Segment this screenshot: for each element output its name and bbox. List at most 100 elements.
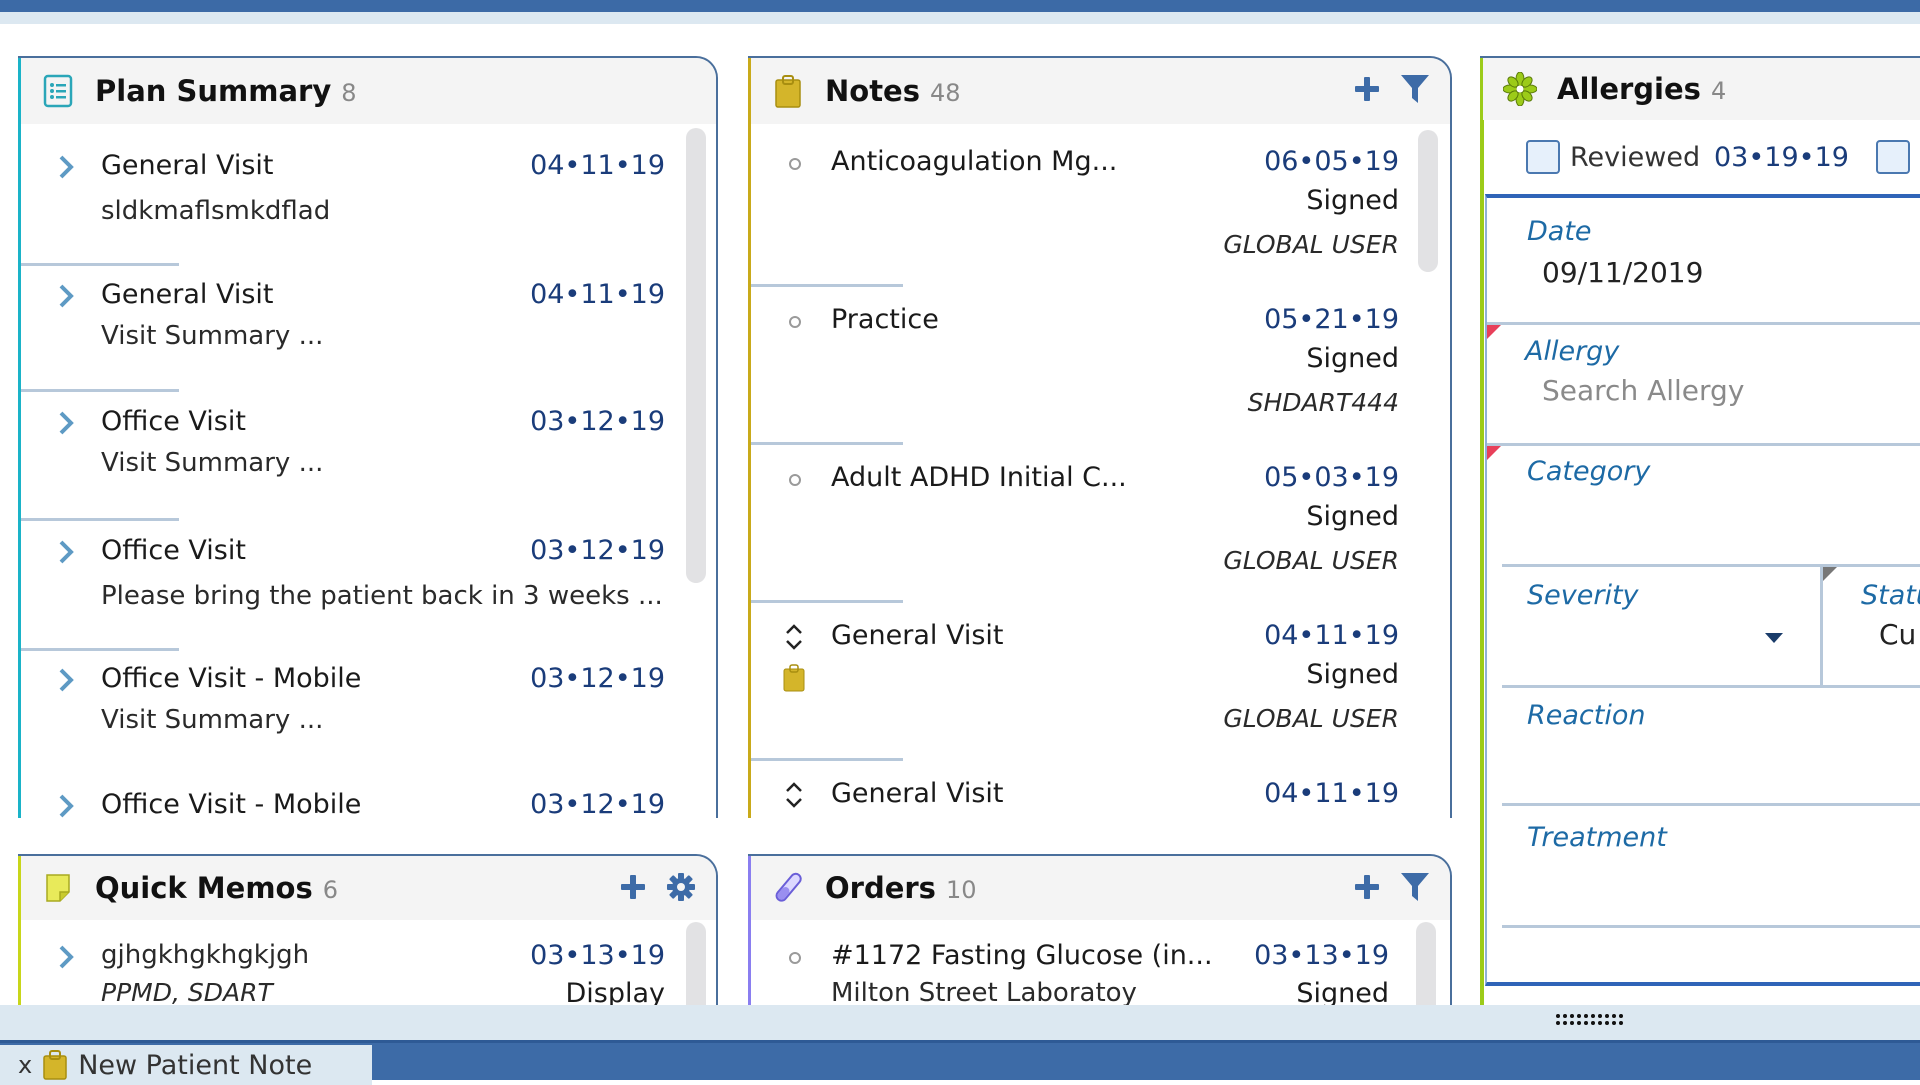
memo-item[interactable]: gjhgkhgkhgkjgh 03•13•19 PPMD, SDART Disp… xyxy=(21,938,716,1005)
order-item[interactable]: #1172 Fasting Glucose (in... 03•13•19 Mi… xyxy=(751,938,1450,1005)
note-date: 05•03•19 xyxy=(1264,462,1399,493)
bottom-band xyxy=(0,1005,1920,1040)
order-date: 03•13•19 xyxy=(1254,940,1389,971)
reviewed-checkbox[interactable] xyxy=(1526,140,1560,174)
list-item[interactable]: Office Visit Please bring the patient ba… xyxy=(21,527,716,655)
date-label: Date xyxy=(1527,216,1592,247)
panel-count: 48 xyxy=(930,79,961,107)
note-item[interactable]: Adult ADHD Initial C... 05•03•19 Signed … xyxy=(751,458,1450,618)
severity-dropdown[interactable] xyxy=(1502,568,1820,686)
reaction-field[interactable] xyxy=(1502,688,1920,802)
note-user: GLOBAL USER xyxy=(1223,546,1399,575)
allergy-label: Allergy xyxy=(1525,336,1620,367)
allergy-search-input[interactable]: Search Allergy xyxy=(1542,374,1744,407)
chevron-right-icon xyxy=(59,411,74,435)
sticky-note-icon xyxy=(41,871,75,905)
item-title: General Visit xyxy=(101,150,274,181)
resize-grip-icon[interactable] xyxy=(1554,1012,1626,1028)
memo-settings-button[interactable] xyxy=(664,870,698,904)
item-subtitle: Visit Summary ... xyxy=(101,448,324,478)
notes-panel: Notes 48 Anticoagulation Mg... 06•05•19 … xyxy=(748,56,1452,818)
taskbar: x New Patient Note xyxy=(0,1040,1920,1085)
note-user: GLOBAL USER xyxy=(1223,704,1399,733)
panel-count: 4 xyxy=(1710,77,1727,105)
expand-collapse-icon[interactable] xyxy=(783,780,805,810)
allergies-panel: Allergies 4 Reviewed 03•19•19 Date 09/11… xyxy=(1480,56,1920,1006)
field-divider xyxy=(1820,564,1823,686)
chevron-right-icon xyxy=(59,668,74,692)
list-item[interactable]: Office Visit Visit Summary ... 03•12•19 xyxy=(21,398,716,526)
panel-title: Plan Summary xyxy=(95,74,332,108)
order-status: Signed xyxy=(1296,978,1389,1005)
orders-header: Orders 10 xyxy=(751,856,1450,920)
date-field[interactable]: 09/11/2019 xyxy=(1542,256,1703,289)
list-item[interactable]: Office Visit - Mobile Visit Summary ... … xyxy=(21,655,716,783)
memo-date: 03•13•19 xyxy=(530,940,665,971)
panel-count: 6 xyxy=(322,876,339,904)
chevron-right-icon xyxy=(59,945,74,969)
top-band xyxy=(0,12,1920,24)
treatment-field[interactable] xyxy=(1502,806,1920,924)
note-date: 04•11•19 xyxy=(1264,620,1399,651)
add-order-button[interactable] xyxy=(1350,870,1384,904)
note-status: Signed xyxy=(1306,501,1399,532)
task-tab-new-patient-note[interactable]: x New Patient Note xyxy=(0,1045,372,1085)
note-status: Signed xyxy=(1306,659,1399,690)
filter-orders-button[interactable] xyxy=(1398,870,1432,904)
note-date: 05•21•19 xyxy=(1264,304,1399,335)
item-date: 03•12•19 xyxy=(530,406,665,437)
status-field[interactable]: Cu xyxy=(1879,618,1916,651)
item-subtitle: Visit Summary ... xyxy=(101,705,324,735)
list-item[interactable]: Office Visit - Mobile 03•12•19 xyxy=(21,781,716,818)
order-location: Milton Street Laboratoy xyxy=(831,978,1137,1005)
memo-user: PPMD, SDART xyxy=(101,978,273,1005)
separator xyxy=(751,600,903,603)
note-item[interactable]: Practice 05•21•19 Signed SHDART444 xyxy=(751,300,1450,460)
allergies-header: Allergies 4 xyxy=(1483,58,1920,120)
separator xyxy=(21,263,179,266)
add-memo-button[interactable] xyxy=(616,870,650,904)
reviewed-date: 03•19•19 xyxy=(1714,142,1849,173)
item-title: Office Visit xyxy=(101,406,246,437)
separator xyxy=(21,648,179,651)
panel-accent xyxy=(1480,58,1484,1006)
filter-notes-button[interactable] xyxy=(1398,72,1432,106)
separator xyxy=(751,442,903,445)
list-item[interactable]: General Visit Visit Summary ... 04•11•19 xyxy=(21,271,716,399)
chevron-right-icon xyxy=(59,794,74,818)
list-item[interactable]: General Visit sldkmaflsmkdflad 04•11•19 xyxy=(21,142,716,272)
note-item[interactable]: General Visit 04•11•19 xyxy=(751,774,1450,818)
close-tab-button[interactable]: x xyxy=(18,1051,32,1079)
add-icon xyxy=(1355,77,1379,101)
item-date: 03•12•19 xyxy=(530,789,665,818)
chevron-right-icon xyxy=(59,155,74,179)
item-date: 03•12•19 xyxy=(530,535,665,566)
plan-summary-header: Plan Summary 8 xyxy=(21,58,716,124)
category-field[interactable] xyxy=(1502,498,1920,548)
panel-title: Quick Memos xyxy=(95,871,313,905)
separator xyxy=(21,518,179,521)
panel-title: Allergies xyxy=(1557,72,1701,106)
note-title: General Visit xyxy=(831,778,1004,809)
notes-header: Notes 48 xyxy=(751,58,1450,124)
order-title: #1172 Fasting Glucose (in... xyxy=(831,940,1213,971)
category-label: Category xyxy=(1527,456,1651,487)
clipboard-icon xyxy=(43,1050,67,1080)
separator xyxy=(21,389,179,392)
second-checkbox[interactable] xyxy=(1876,140,1910,174)
clipboard-icon xyxy=(771,74,805,108)
note-item[interactable]: Anticoagulation Mg... 06•05•19 Signed GL… xyxy=(751,142,1450,302)
reviewed-label: Reviewed xyxy=(1570,142,1701,173)
item-date: 04•11•19 xyxy=(530,279,665,310)
note-item[interactable]: General Visit 04•11•19 Signed GLOBAL USE… xyxy=(751,616,1450,776)
separator xyxy=(1502,564,1920,567)
item-subtitle: Please bring the patient back in 3 weeks… xyxy=(101,581,663,611)
panel-count: 10 xyxy=(945,876,977,904)
note-title: General Visit xyxy=(831,620,1004,651)
separator xyxy=(751,284,903,287)
separator xyxy=(1487,322,1920,325)
add-note-button[interactable] xyxy=(1350,72,1384,106)
separator xyxy=(1502,925,1920,928)
expand-collapse-icon[interactable] xyxy=(783,622,805,652)
note-status: Signed xyxy=(1306,343,1399,374)
